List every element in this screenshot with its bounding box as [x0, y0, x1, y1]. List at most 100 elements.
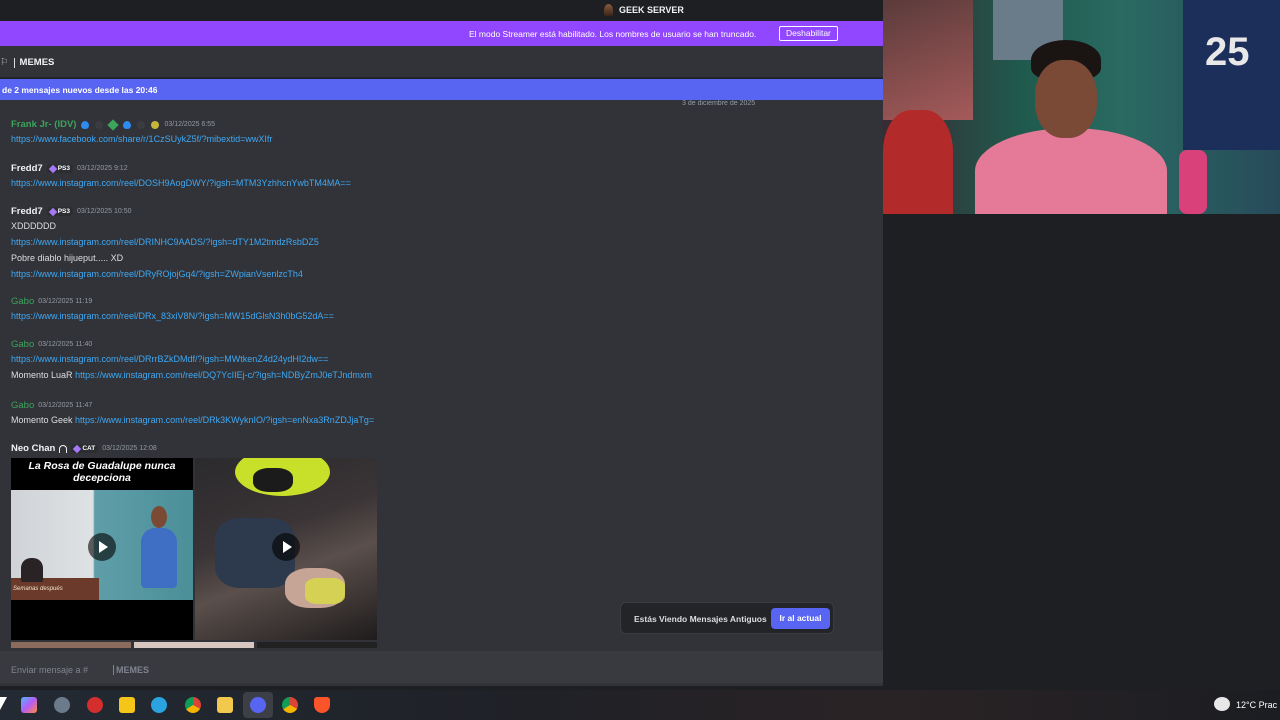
disable-streamer-button[interactable]: Deshabilitar: [779, 26, 838, 41]
video-footer-text: Semanas después: [13, 586, 63, 592]
scene-person-head: [151, 506, 167, 528]
green-arrow-icon: [107, 118, 120, 131]
user-tag-label: PS3: [57, 165, 70, 172]
temperature: 12°C: [1236, 700, 1257, 710]
date-divider-label: 3 de diciembre de 2025: [682, 100, 756, 107]
blue-heart-icon: [123, 120, 132, 129]
sticky-notes-icon[interactable]: [119, 697, 135, 713]
timestamp: 03/12/2025 11:19: [38, 298, 93, 305]
jump-to-present-button[interactable]: Ir al actual: [771, 608, 830, 629]
message-list[interactable]: 3 de diciembre de 2025 Frank Jr- (IDV) 0…: [0, 100, 883, 648]
server-name: GEEK SERVER: [619, 5, 684, 15]
play-icon[interactable]: [88, 533, 116, 561]
timestamp: 03/12/2025 6:55: [164, 121, 216, 128]
message: Fredd7 PS3 03/12/2025 9:12 https://www.i…: [11, 162, 351, 191]
weather-widget[interactable]: 12°C Prac: [1236, 700, 1277, 710]
play-icon[interactable]: [272, 533, 300, 561]
headphones-icon: [59, 444, 68, 453]
message-link[interactable]: https://www.instagram.com/reel/DOSH9AogD…: [11, 178, 351, 188]
timestamp: 03/12/2025 11:47: [38, 402, 93, 409]
message-text: Pobre diablo hijueput..... XD: [11, 253, 124, 263]
webcam-poster: [883, 0, 973, 120]
channel-header: ⚐ MEMES: [0, 46, 883, 78]
user-tag-label: PS3: [57, 208, 70, 215]
jersey-number: 25: [1205, 30, 1250, 74]
username[interactable]: Gabo: [11, 339, 34, 350]
message-composer: Enviar mensaje a # MEMES: [0, 648, 883, 686]
streamer-mode-message: El modo Streamer está habilitado. Los no…: [469, 29, 757, 39]
message-link[interactable]: https://www.instagram.com/reel/DRINHC9AA…: [11, 237, 319, 247]
empty-panel: [883, 214, 1280, 686]
username[interactable]: Neo Chan: [11, 443, 55, 454]
user-tag-label: CAT: [82, 445, 96, 452]
black-heart-icon: [95, 120, 104, 129]
new-messages-bar[interactable]: de 2 mensajes nuevos desde las 20:46: [0, 79, 883, 100]
video-caption: La Rosa de Guadalupe nunca decepciona: [28, 460, 176, 484]
blue-heart-icon: [81, 120, 90, 129]
discord-icon[interactable]: [250, 697, 266, 713]
username[interactable]: Gabo: [11, 400, 34, 411]
brave-icon[interactable]: [314, 697, 330, 713]
placeholder-separator: [113, 665, 114, 675]
server-icon: [604, 4, 613, 16]
user-tag: PS3: [46, 207, 73, 216]
timestamp: 03/12/2025 9:12: [76, 165, 128, 172]
gem-icon: [48, 207, 57, 216]
webcam-chair: [883, 110, 953, 214]
webcam-person-body: [975, 128, 1167, 214]
channel-emoji-icon: ⚐: [0, 57, 9, 68]
message: Gabo 03/12/2025 11:40 https://www.instag…: [11, 338, 372, 383]
message: Neo Chan CAT 03/12/2025 12:08: [11, 442, 157, 455]
mouse-cursor-icon: [0, 697, 7, 710]
message-link[interactable]: https://www.instagram.com/reel/DRx_83xiV…: [11, 311, 334, 321]
message: Fredd7 PS3 03/12/2025 10:50 XDDDDDD http…: [11, 205, 319, 282]
message-link[interactable]: https://www.instagram.com/reel/DRk3KWykn…: [75, 415, 374, 425]
channel-separator: [13, 57, 15, 68]
message-text: Momento LuaR: [11, 370, 73, 380]
video-attachment[interactable]: [195, 458, 377, 640]
streamer-mode-banner: El modo Streamer está habilitado. Los no…: [0, 21, 883, 46]
telegram-icon[interactable]: [151, 697, 167, 713]
username[interactable]: Fredd7: [11, 163, 43, 174]
webcam-person-head: [1035, 60, 1097, 138]
user-tag: PS3: [46, 164, 73, 173]
message-text: XDDDDDD: [11, 221, 56, 231]
message-input[interactable]: Enviar mensaje a # MEMES: [0, 651, 883, 683]
obs-icon[interactable]: [87, 697, 103, 713]
message: Gabo 03/12/2025 11:19 https://www.instag…: [11, 295, 334, 324]
scene-glow: [305, 578, 345, 604]
user-tag: CAT: [71, 444, 99, 453]
channel-title[interactable]: ⚐ MEMES: [0, 57, 54, 68]
taskbar: 12°C Prac: [0, 690, 1280, 720]
weather-icon[interactable]: [1214, 697, 1230, 711]
new-messages-text: de 2 mensajes nuevos desde las 20:46: [2, 85, 158, 95]
copilot-icon[interactable]: [21, 697, 37, 713]
media-attachments: La Rosa de Guadalupe nunca decepciona Se…: [11, 458, 377, 648]
video-attachment[interactable]: La Rosa de Guadalupe nunca decepciona Se…: [11, 458, 193, 640]
username[interactable]: Frank Jr- (IDV): [11, 119, 76, 130]
scene-person: [21, 558, 43, 582]
chrome-icon[interactable]: [185, 697, 201, 713]
message-link[interactable]: https://www.instagram.com/reel/DRrrBZkDM…: [11, 354, 328, 364]
heart-icon: [73, 444, 82, 453]
channel-name: MEMES: [19, 57, 55, 68]
chrome-icon[interactable]: [282, 697, 298, 713]
timestamp: 03/12/2025 10:50: [76, 208, 132, 215]
discord-app: GEEK SERVER El modo Streamer está habili…: [0, 0, 1280, 720]
old-messages-text: Estás Viendo Mensajes Antiguos: [634, 614, 767, 624]
message-text: Momento Geek: [11, 415, 73, 425]
username[interactable]: Fredd7: [11, 206, 43, 217]
timestamp: 03/12/2025 12:08: [102, 445, 157, 452]
weather-text: Prac: [1258, 700, 1278, 710]
message-link[interactable]: https://www.instagram.com/reel/DRyROjojG…: [11, 269, 303, 279]
file-explorer-icon[interactable]: [217, 697, 233, 713]
settings-app-icon[interactable]: [54, 697, 70, 713]
webcam-overlay: 25: [883, 0, 1280, 214]
message: Frank Jr- (IDV) 03/12/2025 6:55 https://…: [11, 118, 272, 147]
cat-emoji-icon: [151, 120, 160, 129]
username[interactable]: Gabo: [11, 296, 34, 307]
message-link[interactable]: https://www.facebook.com/share/r/1CzSUyk…: [11, 134, 272, 144]
timestamp: 03/12/2025 11:40: [38, 341, 93, 348]
title-bar: GEEK SERVER: [0, 0, 883, 21]
message-link[interactable]: https://www.instagram.com/reel/DQ7YcIIEj…: [75, 370, 372, 380]
